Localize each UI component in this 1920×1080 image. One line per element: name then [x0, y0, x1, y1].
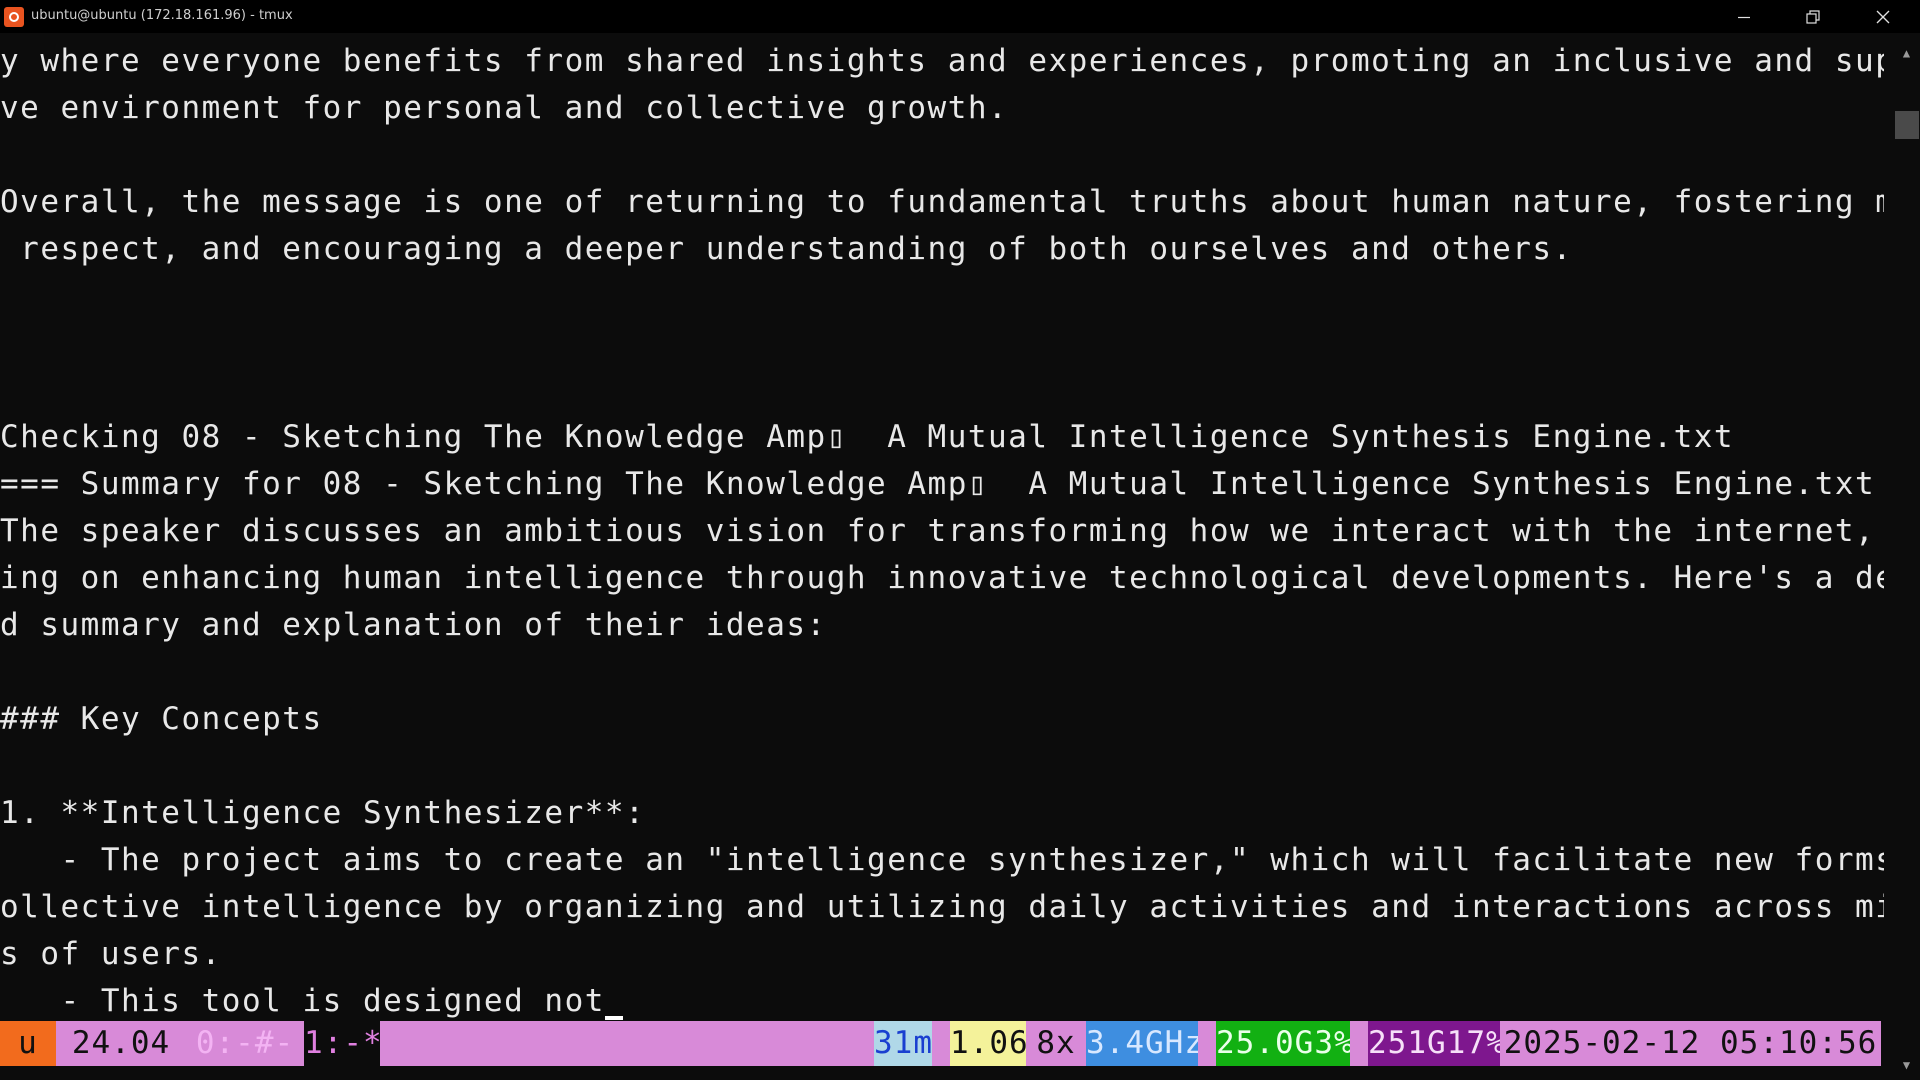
- terminal-line: The speaker discusses an ambitious visio…: [0, 513, 1884, 549]
- session-name: u: [0, 1021, 56, 1066]
- uptime: 31m: [874, 1021, 932, 1066]
- disk-usage: 251G17%: [1368, 1021, 1500, 1066]
- close-button[interactable]: [1849, 0, 1917, 33]
- terminal-line: y where everyone benefits from shared in…: [0, 43, 1884, 79]
- scrollbar-thumb[interactable]: [1895, 111, 1919, 139]
- memory-usage: 25.0G3%: [1216, 1021, 1350, 1066]
- os-version: 24.04: [56, 1021, 186, 1066]
- terminal-line-current: - This tool is designed not: [0, 978, 1884, 1020]
- terminal-line: Checking 08 - Sketching The Knowledge Am…: [0, 419, 1735, 455]
- terminal-line: ollective intelligence by organizing and…: [0, 889, 1884, 925]
- status-filler: [380, 1021, 874, 1066]
- status-gap: [1198, 1021, 1216, 1066]
- title-bar: ubuntu@ubuntu (172.18.161.96) - tmux: [0, 0, 1920, 33]
- window-tab-inactive[interactable]: 0:-#-: [186, 1021, 304, 1066]
- terminal-line: 1. **Intelligence Synthesizer**:: [0, 795, 646, 831]
- terminal-line: Overall, the message is one of returning…: [0, 184, 1884, 220]
- terminal-line: ing on enhancing human intelligence thro…: [0, 560, 1884, 596]
- minimize-icon: [1738, 16, 1750, 18]
- text-cursor: [604, 1016, 623, 1020]
- terminal-line: s of users.: [0, 936, 222, 972]
- terminal-line: d summary and explanation of their ideas…: [0, 607, 827, 643]
- datetime: 2025-02-12 05:10:56: [1500, 1021, 1881, 1066]
- window-title: ubuntu@ubuntu (172.18.161.96) - tmux: [31, 8, 293, 23]
- load-average: 1.06: [950, 1021, 1026, 1066]
- cpu-frequency: 3.4GHz: [1086, 1021, 1198, 1066]
- restore-icon: [1806, 9, 1820, 24]
- terminal-output[interactable]: y where everyone benefits from shared in…: [0, 38, 1884, 1020]
- status-gap: [1350, 1021, 1368, 1066]
- terminal-line: - The project aims to create an "intelli…: [0, 842, 1884, 878]
- terminal-line: ### Key Concepts: [0, 701, 323, 737]
- cpu-count: 8x: [1026, 1021, 1086, 1066]
- vertical-scrollbar[interactable]: ▲ ▼: [1893, 33, 1920, 1080]
- status-gap: [932, 1021, 950, 1066]
- tmux-status-bar: u 24.04 0:-#- 1:-* 31m 1.06 8x 3.4GHz 25…: [0, 1021, 1881, 1066]
- ubuntu-icon: [4, 7, 24, 27]
- close-icon: [1876, 10, 1890, 23]
- scroll-down-icon[interactable]: ▼: [1893, 1053, 1920, 1077]
- window-tab-active[interactable]: 1:-*: [304, 1021, 380, 1066]
- terminal-line: respect, and encouraging a deeper unders…: [0, 231, 1573, 267]
- terminal-line: ve environment for personal and collecti…: [0, 90, 1009, 126]
- minimize-button[interactable]: [1710, 0, 1778, 33]
- terminal-line-text: - This tool is designed not: [0, 983, 605, 1019]
- scroll-up-icon[interactable]: ▲: [1893, 41, 1920, 65]
- maximize-button[interactable]: [1779, 0, 1847, 33]
- terminal-line: === Summary for 08 - Sketching The Knowl…: [0, 466, 1884, 502]
